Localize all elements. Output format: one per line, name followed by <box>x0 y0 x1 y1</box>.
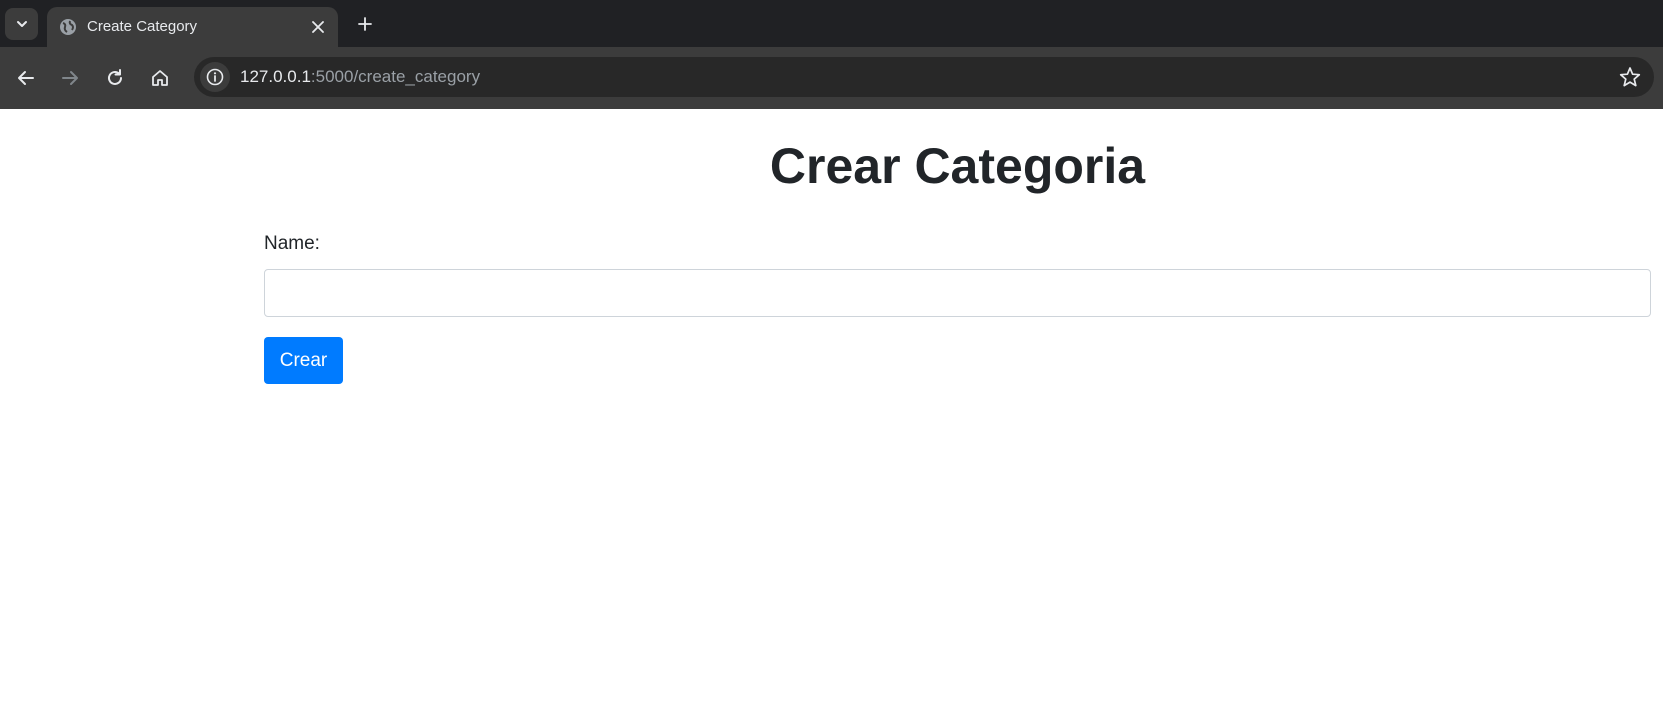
site-info-button[interactable] <box>200 62 230 92</box>
name-label: Name: <box>264 233 320 254</box>
arrow-left-icon <box>18 71 34 85</box>
create-button[interactable]: Crear <box>264 337 343 384</box>
tab-search-button[interactable] <box>5 8 38 40</box>
browser-toolbar: 127.0.0.1:5000/create_category <box>0 47 1663 109</box>
forward-button[interactable] <box>55 63 85 93</box>
globe-icon <box>59 18 77 36</box>
name-input[interactable] <box>264 269 1651 317</box>
new-tab-button[interactable] <box>352 11 378 37</box>
reload-button[interactable] <box>100 63 130 93</box>
page-title: Crear Categoria <box>769 138 1146 194</box>
home-icon <box>152 70 168 86</box>
reload-icon <box>108 69 122 85</box>
home-button[interactable] <box>145 63 175 93</box>
chevron-down-icon <box>16 21 27 27</box>
star-icon <box>1619 67 1641 87</box>
browser-tab-strip: Create Category <box>0 0 1663 47</box>
url-text[interactable]: 127.0.0.1:5000/create_category <box>240 67 480 87</box>
arrow-right-icon <box>62 71 78 85</box>
close-icon[interactable] <box>308 17 328 37</box>
plus-icon <box>358 17 372 31</box>
browser-tab[interactable]: Create Category <box>47 7 338 47</box>
url-host: 127.0.0.1 <box>240 67 311 86</box>
url-path: :5000/create_category <box>310 67 481 86</box>
address-bar[interactable]: 127.0.0.1:5000/create_category <box>194 57 1654 97</box>
back-button[interactable] <box>11 63 41 93</box>
tab-title: Create Category <box>87 18 198 35</box>
bookmark-button[interactable] <box>1618 65 1642 89</box>
page-content: Crear Categoria Name: Crear <box>0 109 1663 713</box>
info-icon <box>206 68 224 86</box>
